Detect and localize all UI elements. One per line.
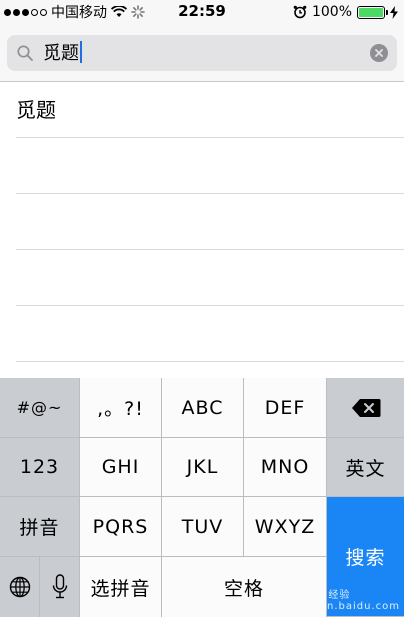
search-key-label: 搜索 xyxy=(345,547,386,569)
delete-key[interactable] xyxy=(327,378,404,438)
key-abc[interactable]: ABC xyxy=(162,378,244,438)
key-tuv[interactable]: TUV xyxy=(162,497,244,557)
globe-icon xyxy=(9,576,30,598)
key-pqrs[interactable]: PQRS xyxy=(80,497,162,557)
delete-icon xyxy=(351,398,380,417)
empty-row xyxy=(16,306,404,362)
search-icon xyxy=(17,45,33,61)
suggestion-list: 觅题 xyxy=(0,82,404,362)
key-pinyin[interactable]: 拼音 xyxy=(0,497,80,557)
empty-row xyxy=(16,138,404,194)
suggestion-row[interactable]: 觅题 xyxy=(16,82,404,138)
clear-icon[interactable] xyxy=(370,44,388,62)
space-key[interactable]: 空格 xyxy=(162,557,327,617)
status-bar: 中国移动 22:59 100% xyxy=(0,0,404,24)
key-select-pinyin[interactable]: 选拼音 xyxy=(80,557,162,617)
keyboard: #@~ ,。?! ABC DEF 123 GHI JKL MNO 英文 拼音 P… xyxy=(0,378,404,617)
key-symbols[interactable]: #@~ xyxy=(0,378,80,438)
alarm-icon xyxy=(293,5,307,19)
key-english[interactable]: 英文 xyxy=(327,438,404,497)
key-jkl[interactable]: JKL xyxy=(162,438,244,497)
search-value: 觅题 xyxy=(43,43,79,64)
key-mno[interactable]: MNO xyxy=(244,438,327,497)
key-wxyz[interactable]: WXYZ xyxy=(244,497,327,557)
search-text-wrap: 觅题 xyxy=(43,41,82,66)
status-right: 100% xyxy=(293,2,398,22)
battery-percent: 100% xyxy=(311,4,352,20)
search-key[interactable]: 搜索 Baidu 经验 jingyan.baidu.com xyxy=(291,497,404,617)
empty-row xyxy=(16,194,404,250)
key-ghi[interactable]: GHI xyxy=(80,438,162,497)
key-numbers[interactable]: 123 xyxy=(0,438,80,497)
text-cursor xyxy=(80,41,82,63)
mic-icon xyxy=(52,574,67,599)
battery-fill xyxy=(359,7,383,17)
charging-icon xyxy=(390,5,398,19)
microphone-key[interactable] xyxy=(40,557,80,617)
globe-key[interactable] xyxy=(0,557,40,617)
battery-icon xyxy=(357,5,388,19)
key-punctuation[interactable]: ,。?! xyxy=(80,378,162,438)
search-bar: 觅题 xyxy=(0,24,404,82)
key-def[interactable]: DEF xyxy=(244,378,327,438)
empty-row xyxy=(16,250,404,306)
search-input[interactable]: 觅题 xyxy=(7,35,397,71)
